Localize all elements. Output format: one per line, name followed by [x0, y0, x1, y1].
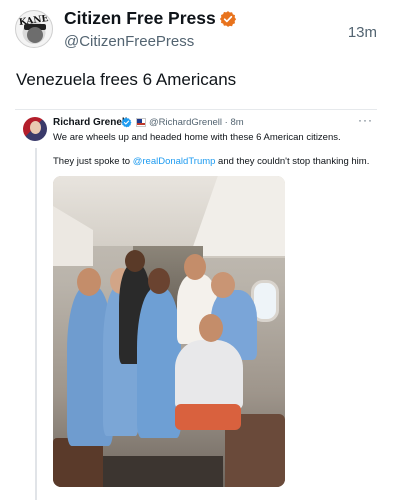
person-head [77, 268, 101, 296]
quoted-text-line-1: We are wheels up and headed home with th… [53, 132, 341, 143]
avatar-face [27, 27, 43, 43]
us-flag-icon [136, 118, 146, 127]
more-options-icon[interactable]: ··· [358, 113, 373, 127]
timestamp[interactable]: 13m [348, 24, 377, 41]
mention-link[interactable]: @realDonaldTrump [133, 156, 216, 167]
thread-line [35, 148, 37, 500]
person-head [125, 250, 145, 272]
post-text: Venezuela frees 6 Americans [16, 70, 237, 89]
quoted-text-before-mention: They just spoke to [53, 156, 133, 167]
quoted-text-line-2: They just spoke to @realDonaldTrump and … [53, 156, 369, 167]
attached-photo[interactable] [53, 176, 285, 487]
person-head [211, 272, 235, 298]
handle[interactable]: @CitizenFreePress [64, 33, 194, 50]
cabin-floor [103, 456, 223, 487]
person-head [184, 254, 206, 280]
person [175, 340, 243, 410]
post-header: KANE Citizen Free Press @CitizenFreePres… [0, 0, 393, 60]
quoted-display-name[interactable]: Richard Grenell [53, 117, 127, 128]
quoted-handle-time[interactable]: @RichardGrenell · 8m [149, 117, 244, 128]
person-head [148, 268, 170, 294]
person-head [199, 314, 223, 342]
verified-badge-icon [121, 117, 132, 128]
verified-badge-icon [219, 11, 237, 27]
quoted-text-after-mention: and they couldn't stop thanking him. [215, 156, 370, 167]
display-name[interactable]: Citizen Free Press [64, 8, 216, 29]
quoted-avatar-face [30, 121, 41, 134]
quoted-avatar[interactable] [23, 117, 47, 141]
person-shorts [175, 404, 241, 430]
avatar[interactable]: KANE [15, 10, 53, 48]
